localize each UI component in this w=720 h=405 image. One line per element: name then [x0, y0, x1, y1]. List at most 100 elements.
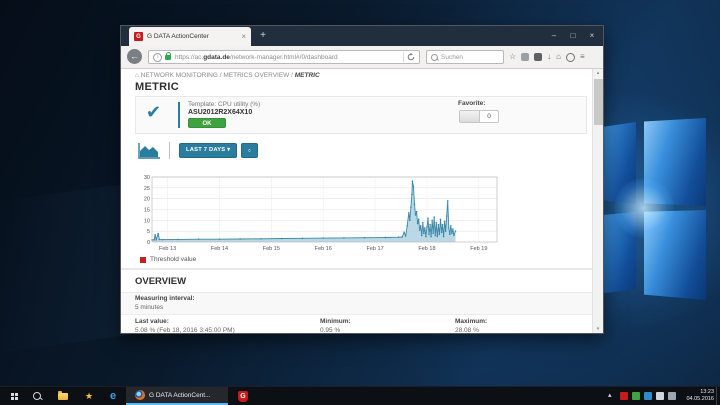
sync-icon[interactable]: [566, 53, 575, 62]
reload-icon: [407, 53, 415, 61]
measuring-interval-label: Measuring interval:: [135, 295, 195, 302]
page-info-icon[interactable]: i: [153, 53, 162, 62]
date-range-button[interactable]: LAST 7 DAYS ▾: [179, 143, 237, 158]
clock-date: 04.05.2016: [686, 396, 714, 403]
start-button[interactable]: [4, 387, 24, 405]
system-tray: ▴: [604, 387, 676, 405]
taskbar: ★ e G DATA ActionCent... G ▴ 13:23 04.05…: [0, 386, 720, 405]
favorite-label: Favorite:: [458, 100, 485, 107]
window-maximize-button[interactable]: □: [564, 28, 582, 43]
toolbar-icons: ☆ ↓ ⌂ ≡: [509, 49, 585, 65]
area-chart-icon: [137, 142, 161, 159]
show-desktop-button[interactable]: [716, 387, 720, 405]
scrollbar-thumb[interactable]: [594, 79, 603, 125]
svg-text:Feb 13: Feb 13: [159, 246, 176, 252]
tab-strip: G G DATA ActionCenter × + – □ ×: [121, 26, 603, 46]
back-button[interactable]: ←: [127, 49, 142, 64]
taskbar-item-gdata-app[interactable]: G: [232, 387, 254, 405]
search-icon: [33, 392, 41, 400]
breadcrumb: ⌂ NETWORK MONITORING / METRICS OVERVIEW …: [135, 72, 320, 79]
clock-time: 13:23: [686, 389, 714, 396]
overview-heading: OVERVIEW: [135, 276, 186, 287]
refresh-button[interactable]: [241, 143, 258, 158]
url-bar[interactable]: i https://ac.gdata.de/network-manager.ht…: [148, 50, 420, 64]
tab-gdata-actioncenter[interactable]: G G DATA ActionCenter ×: [129, 27, 251, 46]
network-tray-icon[interactable]: [656, 392, 664, 400]
taskbar-item-gdata-actioncenter[interactable]: G DATA ActionCent...: [126, 387, 228, 405]
minimum-label: Minimum:: [320, 318, 351, 325]
adblocker-icon[interactable]: [534, 53, 542, 61]
url-prefix: https://ac.: [175, 54, 203, 61]
window-minimize-button[interactable]: –: [545, 28, 563, 43]
tab-close-icon[interactable]: ×: [241, 32, 246, 41]
svg-text:Feb 19: Feb 19: [470, 246, 487, 252]
client-name: ASU2012R2X64X10: [188, 109, 252, 116]
svg-text:20: 20: [144, 197, 150, 203]
breadcrumb-item-metrics-overview[interactable]: METRICS OVERVIEW: [223, 72, 289, 79]
status-check-icon: ✔: [146, 102, 161, 123]
status-badge: OK: [188, 118, 226, 128]
taskbar-search-button[interactable]: [26, 387, 48, 405]
svg-text:0: 0: [147, 240, 150, 246]
window-close-button[interactable]: ×: [583, 28, 601, 43]
svg-text:Feb 16: Feb 16: [315, 246, 332, 252]
bookmark-star-icon[interactable]: ☆: [509, 49, 516, 65]
scroll-up-icon[interactable]: ▴: [593, 70, 603, 76]
template-panel: ✔ Template: CPU utility (%) ASU2012R2X64…: [135, 96, 587, 134]
firefox-icon: [135, 390, 145, 400]
divider: [121, 268, 592, 270]
gdata-favicon-icon: G: [134, 32, 143, 41]
hidden-icons-caret[interactable]: ▴: [608, 392, 616, 400]
last-value-label: Last value:: [135, 318, 169, 325]
browser-toolbar: ← i https://ac.gdata.de/network-manager.…: [121, 46, 603, 69]
divider: [178, 102, 180, 128]
pocket-icon[interactable]: [521, 53, 529, 61]
gdata-tray-icon[interactable]: [620, 392, 628, 400]
favorite-toggle[interactable]: 0: [459, 110, 499, 123]
svg-text:15: 15: [144, 208, 150, 214]
last-value: 5.08 % (Feb 18, 2016 3:45:00 PM): [135, 327, 235, 333]
breadcrumb-separator: /: [220, 72, 222, 79]
svg-text:Feb 17: Feb 17: [367, 246, 384, 252]
edge-icon: e: [110, 387, 116, 405]
breadcrumb-item-network-monitoring[interactable]: NETWORK MONITORING: [141, 72, 218, 79]
breadcrumb-item-metric: METRIC: [295, 72, 320, 79]
home-icon[interactable]: ⌂: [135, 72, 139, 79]
search-input[interactable]: Suchen: [426, 50, 504, 64]
gdata-tool-button[interactable]: ★: [78, 387, 100, 405]
status-green-tray-icon[interactable]: [632, 392, 640, 400]
file-explorer-button[interactable]: [52, 387, 74, 405]
new-tab-button[interactable]: +: [255, 29, 271, 44]
url-text[interactable]: https://ac.gdata.de/network-manager.html…: [175, 54, 403, 61]
svg-text:10: 10: [144, 218, 150, 224]
svg-text:25: 25: [144, 186, 150, 192]
browser-window: G G DATA ActionCenter × + – □ × ← i http…: [120, 25, 604, 334]
tab-title: G DATA ActionCenter: [147, 33, 238, 40]
divider: [169, 142, 170, 159]
url-domain: gdata.de: [203, 54, 230, 61]
refresh-icon: [248, 146, 251, 155]
taskbar-item-label: G DATA ActionCent...: [149, 392, 211, 399]
page-title: METRIC: [135, 81, 179, 93]
yellow-app-icon: ★: [85, 391, 93, 402]
scroll-down-icon[interactable]: ▾: [593, 326, 603, 332]
action-center-tray-icon[interactable]: [668, 392, 676, 400]
https-lock-icon[interactable]: [165, 55, 171, 60]
menu-icon[interactable]: ≡: [580, 49, 585, 65]
taskbar-clock[interactable]: 13:23 04.05.2016: [686, 389, 714, 403]
edge-button[interactable]: e: [102, 387, 124, 405]
measuring-interval-row: Measuring interval: 5 minutes: [121, 292, 592, 315]
search-placeholder: Suchen: [441, 54, 463, 61]
downloads-icon[interactable]: ↓: [547, 49, 551, 65]
reload-button[interactable]: [403, 52, 415, 62]
svg-text:Feb 14: Feb 14: [211, 246, 228, 252]
chart-legend: Threshold value: [140, 256, 196, 263]
home-icon[interactable]: ⌂: [556, 49, 561, 65]
favorite-toggle-knob[interactable]: [460, 111, 480, 122]
status-blue-tray-icon[interactable]: [644, 392, 652, 400]
windows-logo-glow: [614, 178, 674, 238]
metric-area-chart[interactable]: 051015202530Feb 13Feb 14Feb 15Feb 16Feb …: [139, 173, 505, 253]
scrollbar[interactable]: ▴ ▾: [592, 69, 603, 333]
svg-text:Feb 18: Feb 18: [418, 246, 435, 252]
svg-text:Feb 15: Feb 15: [263, 246, 280, 252]
